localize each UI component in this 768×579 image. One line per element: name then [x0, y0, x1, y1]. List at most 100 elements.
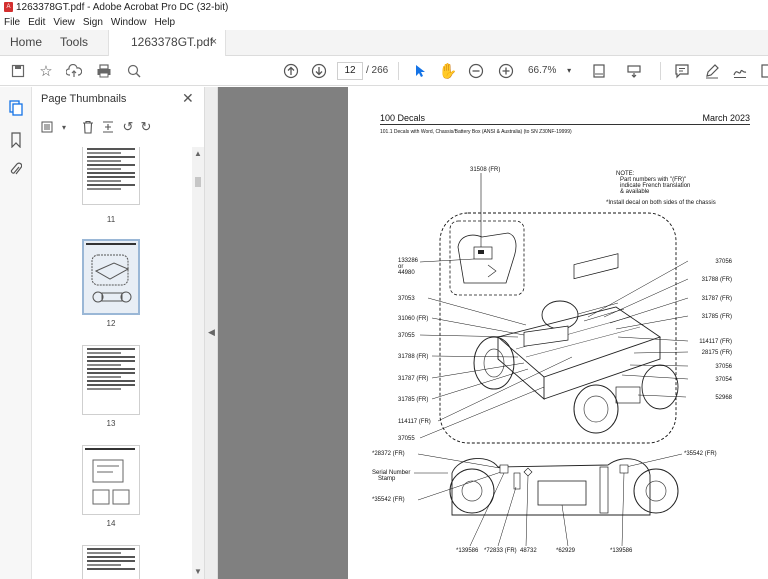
select-cursor-icon[interactable]: [410, 61, 430, 81]
scroll-up-icon[interactable]: ▲: [194, 149, 202, 158]
page-total: / 266: [366, 65, 389, 76]
decal-label: 44980: [398, 270, 415, 276]
decal-block: [573, 253, 619, 280]
thumbnail-page[interactable]: [82, 545, 140, 579]
thumbnail-page[interactable]: [82, 147, 140, 205]
decal-label: 37055: [398, 333, 415, 339]
thumbnail-page-selected[interactable]: [82, 239, 140, 315]
sign-icon[interactable]: [730, 61, 750, 81]
toolbar-divider: [398, 62, 399, 80]
decal-label: *72833 (FR): [484, 548, 517, 554]
scroll-mode-icon[interactable]: [624, 61, 644, 81]
upload-cloud-icon[interactable]: [64, 61, 84, 81]
decal-label: 37053: [398, 296, 415, 302]
window-titlebar: A 1263378GT.pdf - Adobe Acrobat Pro DC (…: [0, 0, 768, 14]
decal-label: 28175 (FR): [702, 350, 732, 356]
menu-window[interactable]: Window: [111, 17, 147, 28]
decal-label: *62929: [556, 548, 576, 554]
menu-bar: File Edit View Sign Window Help: [0, 14, 768, 30]
collapse-panel-icon[interactable]: ◀: [208, 327, 215, 338]
save-icon[interactable]: [8, 61, 28, 81]
decal-diagram: NOTE: Part numbers with "(FR)" indicate …: [372, 167, 733, 554]
tab-home[interactable]: Home: [10, 30, 42, 56]
zoom-in-icon[interactable]: [496, 61, 516, 81]
decal-label: *139586: [456, 548, 479, 554]
decal-label: 31508 (FR): [470, 167, 500, 173]
decal-label: *139586: [610, 548, 633, 554]
decal-label: *35542 (FR): [684, 451, 717, 457]
tab-document[interactable]: 1263378GT.pdf ×: [108, 30, 226, 57]
pdf-page: 100 Decals March 2023 101.1 Decals with …: [348, 87, 768, 579]
install-note: *Install decal on both sides of the chas…: [606, 200, 716, 206]
decal-label: 37055: [398, 436, 415, 442]
attachments-icon[interactable]: [7, 161, 25, 179]
previous-page-icon[interactable]: [281, 61, 301, 81]
zoom-level-dropdown[interactable]: 66.7% ▾: [528, 62, 576, 80]
document-view[interactable]: 100 Decals March 2023 101.1 Decals with …: [218, 87, 768, 579]
menu-sign[interactable]: Sign: [83, 17, 103, 28]
menu-edit[interactable]: Edit: [28, 17, 45, 28]
thumbnail-page[interactable]: [82, 345, 140, 415]
insert-page-icon[interactable]: [100, 119, 116, 135]
decal-label: 31785 (FR): [702, 314, 732, 320]
decal-label: Stamp: [378, 476, 396, 482]
left-rail: [0, 87, 32, 579]
decal-label: 31785 (FR): [398, 397, 428, 403]
zoom-level: 66.7%: [528, 65, 557, 76]
scrollbar-thumb[interactable]: [195, 177, 201, 187]
zoom-out-icon[interactable]: [466, 61, 486, 81]
decal-label: 37054: [715, 377, 732, 383]
decal-label: 31787 (FR): [702, 296, 732, 302]
menu-view[interactable]: View: [53, 17, 75, 28]
decal-label: 37056: [715, 364, 732, 370]
decal-label: *35542 (FR): [372, 497, 405, 503]
note-line: & available: [620, 189, 650, 195]
decal-label: 37056: [715, 259, 732, 265]
thumbnails-panel: Page Thumbnails ✕ ▾ ↺ ↻ 11 12 13 14 ▲ ▼: [32, 87, 204, 579]
inset-callout: [449, 220, 525, 296]
decal-label: 48732: [520, 548, 537, 554]
comment-icon[interactable]: [672, 61, 692, 81]
decal-label: 114117 (FR): [398, 419, 431, 425]
decal-label: 31060 (FR): [398, 316, 428, 322]
tab-tools[interactable]: Tools: [60, 30, 88, 56]
decal-label: 114117 (FR): [699, 339, 732, 345]
thumbnail-page-number: 11: [106, 215, 116, 224]
decal-label: 52968: [715, 395, 732, 401]
menu-file[interactable]: File: [4, 17, 20, 28]
thumbnail-page-number: 12: [106, 319, 116, 328]
panel-title: Page Thumbnails: [41, 93, 127, 105]
bookmark-star-icon[interactable]: ☆: [36, 61, 56, 81]
menu-help[interactable]: Help: [154, 17, 175, 28]
thumbnail-list: 11 12 13 14: [32, 147, 192, 579]
chevron-down-icon[interactable]: ▾: [56, 119, 72, 135]
decal-label: *28372 (FR): [372, 451, 405, 457]
tab-document-label: 1263378GT.pdf: [131, 35, 214, 49]
battery-box-decal: [537, 480, 587, 506]
thumbnail-diagram-preview: [86, 243, 136, 303]
page-number-input[interactable]: 12: [337, 62, 363, 80]
thumbnail-page-number: 13: [106, 419, 116, 428]
main-toolbar: ☆ 12 / 266 ✋ 66.7% ▾: [0, 56, 768, 86]
thumbnail-options-icon[interactable]: [40, 119, 56, 135]
panel-splitter[interactable]: ◀: [204, 87, 218, 579]
bookmarks-icon[interactable]: [7, 131, 25, 149]
more-tools-icon[interactable]: [756, 61, 768, 81]
delete-page-icon[interactable]: [80, 119, 96, 135]
rotate-clockwise-icon[interactable]: ↻: [138, 119, 154, 135]
decal-label: 31788 (FR): [702, 277, 732, 283]
tab-bar: Home Tools 1263378GT.pdf ×: [0, 30, 768, 57]
print-icon[interactable]: [94, 61, 114, 81]
fit-page-icon[interactable]: [590, 61, 610, 81]
rotate-counterclockwise-icon[interactable]: ↺: [120, 119, 136, 135]
next-page-icon[interactable]: [309, 61, 329, 81]
thumbnail-scrollbar[interactable]: ▲ ▼: [192, 147, 204, 579]
scroll-down-icon[interactable]: ▼: [194, 567, 202, 576]
highlight-pen-icon[interactable]: [702, 61, 722, 81]
panel-close-icon[interactable]: ✕: [182, 90, 194, 107]
zoom-search-icon[interactable]: [124, 61, 144, 81]
hand-tool-icon[interactable]: ✋: [438, 61, 458, 81]
thumbnail-page[interactable]: [82, 445, 140, 515]
tab-close-icon[interactable]: ×: [211, 30, 217, 54]
page-thumbnails-icon[interactable]: [7, 99, 25, 117]
